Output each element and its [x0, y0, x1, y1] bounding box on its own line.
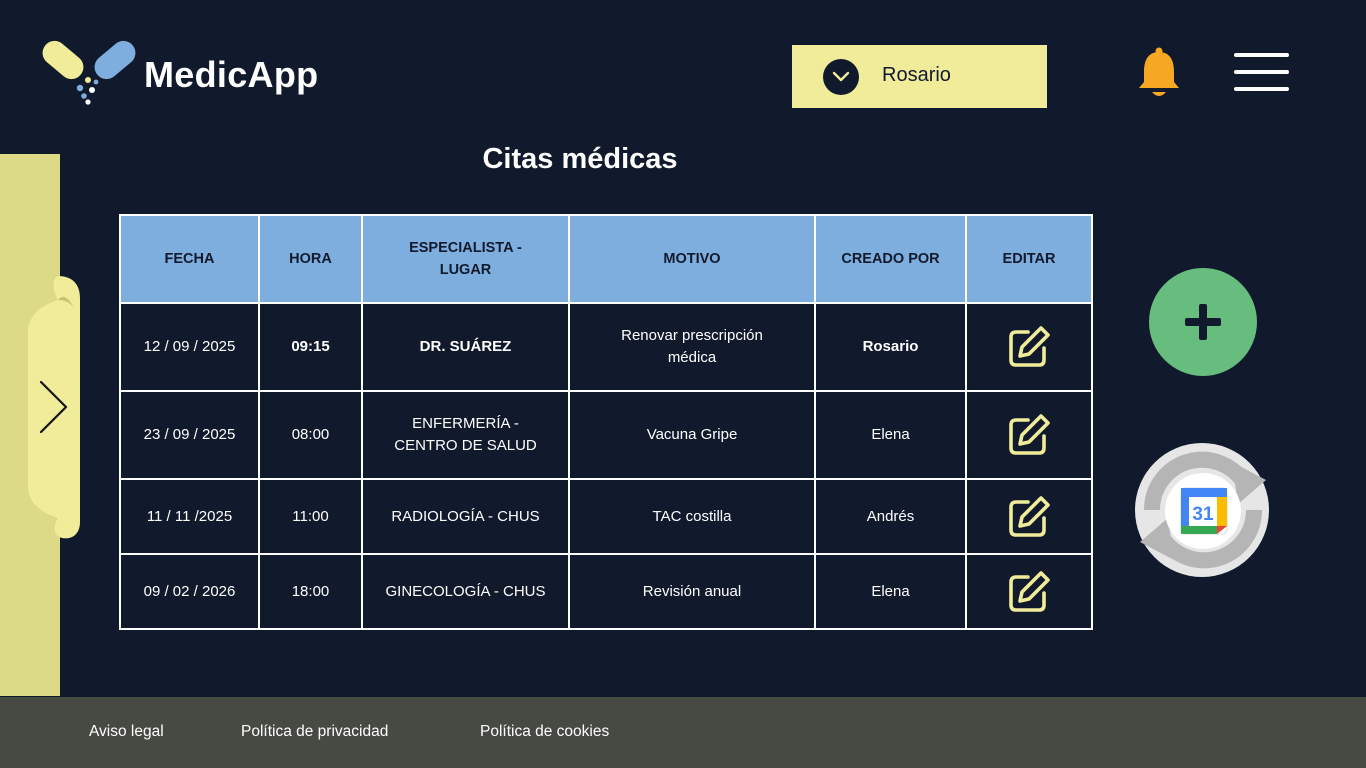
cell-motivo: Vacuna Gripe: [568, 390, 816, 480]
logo-pill-icon: [42, 40, 136, 105]
edit-icon[interactable]: [1006, 412, 1052, 458]
column-header-fecha: FECHA: [119, 214, 260, 304]
app-logo[interactable]: MedicApp: [42, 38, 342, 110]
cell-editar: [965, 478, 1093, 555]
cell-fecha: 12 / 09 / 2025: [119, 302, 260, 392]
cell-hora: 18:00: [258, 553, 363, 630]
cell-creado-por: Elena: [814, 553, 967, 630]
footer-link-privacidad[interactable]: Política de privacidad: [241, 723, 388, 741]
column-header-creado-por: CREADO POR: [814, 214, 967, 304]
cell-especialista: DR. SUÁREZ: [361, 302, 570, 392]
edit-icon[interactable]: [1006, 569, 1052, 615]
page-title: Citas médicas: [482, 143, 678, 175]
side-panel-toggle[interactable]: [24, 276, 82, 540]
cell-especialista: RADIOLOGÍA - CHUS: [361, 478, 570, 555]
column-header-motivo: MOTIVO: [568, 214, 816, 304]
calendar-sync-button[interactable]: 31: [1134, 442, 1272, 580]
table-row: 12 / 09 / 2025 09:15 DR. SUÁREZ Renovar …: [119, 302, 1093, 392]
table-row: 09 / 02 / 2026 18:00 GINECOLOGÍA - CHUS …: [119, 553, 1093, 630]
edit-icon[interactable]: [1006, 494, 1052, 540]
cell-especialista: ENFERMERÍA - CENTRO DE SALUD: [361, 390, 570, 480]
cell-editar: [965, 302, 1093, 392]
calendar-day-text: 31: [1192, 504, 1214, 525]
appointments-table: FECHA HORA ESPECIALISTA - LUGAR MOTIVO C…: [119, 214, 1093, 630]
cell-creado-por: Andrés: [814, 478, 967, 555]
table-row: 11 / 11 /2025 11:00 RADIOLOGÍA - CHUS TA…: [119, 478, 1093, 555]
cell-fecha: 09 / 02 / 2026: [119, 553, 260, 630]
cell-fecha: 23 / 09 / 2025: [119, 390, 260, 480]
cell-motivo: Revisión anual: [568, 553, 816, 630]
cell-motivo: Renovar prescripción médica: [568, 302, 816, 392]
column-header-especialista: ESPECIALISTA - LUGAR: [361, 214, 570, 304]
bell-icon[interactable]: [1136, 46, 1182, 100]
cell-hora: 11:00: [258, 478, 363, 555]
hamburger-menu-icon[interactable]: [1234, 53, 1290, 93]
column-header-hora: HORA: [258, 214, 363, 304]
table-header-row: FECHA HORA ESPECIALISTA - LUGAR MOTIVO C…: [119, 214, 1093, 304]
add-appointment-button[interactable]: [1149, 268, 1257, 376]
cell-creado-por: Rosario: [814, 302, 967, 392]
cell-fecha: 11 / 11 /2025: [119, 478, 260, 555]
cell-creado-por: Elena: [814, 390, 967, 480]
cell-hora: 09:15: [258, 302, 363, 392]
edit-icon[interactable]: [1006, 324, 1052, 370]
cell-motivo: TAC costilla: [568, 478, 816, 555]
selected-user-name: Rosario: [882, 64, 951, 86]
cell-especialista: GINECOLOGÍA - CHUS: [361, 553, 570, 630]
footer: Aviso legal Política de privacidad Polít…: [0, 697, 1366, 768]
user-selector-dropdown[interactable]: Rosario: [792, 45, 1047, 108]
footer-link-aviso-legal[interactable]: Aviso legal: [89, 723, 164, 741]
table-row: 23 / 09 / 2025 08:00 ENFERMERÍA - CENTRO…: [119, 390, 1093, 480]
cell-editar: [965, 553, 1093, 630]
column-header-editar: EDITAR: [965, 214, 1093, 304]
chevron-down-icon[interactable]: [823, 59, 859, 95]
plus-icon: [1185, 304, 1221, 340]
app-name: MedicApp: [144, 54, 319, 95]
footer-link-cookies[interactable]: Política de cookies: [480, 723, 609, 741]
cell-editar: [965, 390, 1093, 480]
cell-hora: 08:00: [258, 390, 363, 480]
calendar-sync-icon: 31: [1135, 443, 1269, 577]
